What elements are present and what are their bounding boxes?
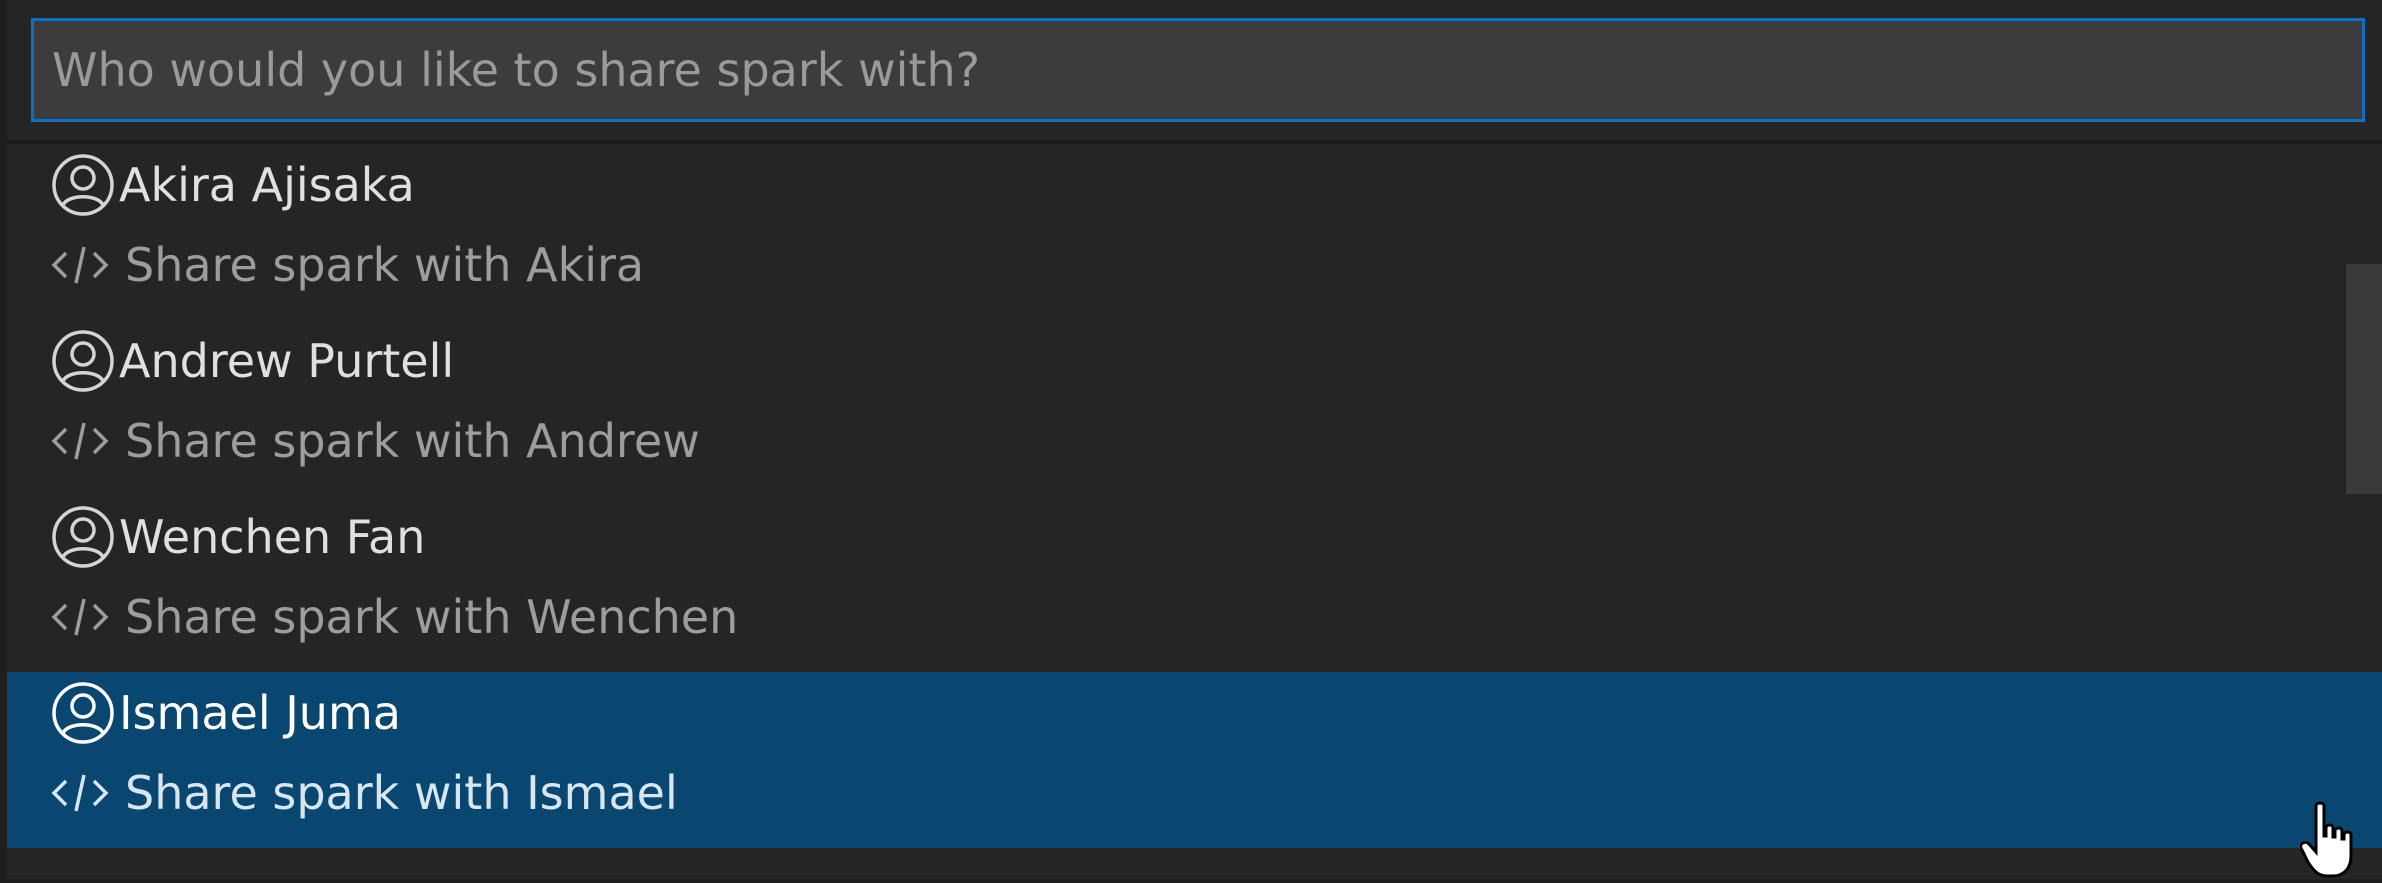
share-search-input[interactable] <box>34 21 2362 119</box>
user-list: Akira Ajisaka Share spark with Akira And… <box>7 144 2382 848</box>
share-quick-pick: Akira Ajisaka Share spark with Akira An <box>7 0 2382 879</box>
share-description: Share spark with Ismael <box>125 766 678 820</box>
user-name: Akira Ajisaka <box>119 158 415 212</box>
list-scrollbar-thumb[interactable] <box>2346 264 2382 494</box>
share-search-box[interactable] <box>31 18 2365 122</box>
account-icon <box>51 681 115 745</box>
list-item-andrew[interactable]: Andrew Purtell Share spark with Andrew <box>7 320 2382 496</box>
share-description: Share spark with Akira <box>125 238 645 292</box>
user-name: Andrew Purtell <box>119 334 455 388</box>
account-icon <box>51 505 115 569</box>
code-icon <box>51 243 109 287</box>
hand-pointer-icon <box>2299 800 2356 879</box>
editor-background-edge <box>0 0 7 879</box>
code-icon <box>51 419 109 463</box>
list-item-ismael-selected[interactable]: Ismael Juma Share spark with Ismael <box>7 672 2382 848</box>
share-description: Share spark with Andrew <box>125 414 700 468</box>
code-icon <box>51 771 109 815</box>
list-item-wenchen[interactable]: Wenchen Fan Share spark with Wenchen <box>7 496 2382 672</box>
account-icon <box>51 153 115 217</box>
account-icon <box>51 329 115 393</box>
user-name: Wenchen Fan <box>119 510 426 564</box>
user-name: Ismael Juma <box>119 686 401 740</box>
list-item-akira[interactable]: Akira Ajisaka Share spark with Akira <box>7 144 2382 320</box>
code-icon <box>51 595 109 639</box>
share-description: Share spark with Wenchen <box>125 590 739 644</box>
